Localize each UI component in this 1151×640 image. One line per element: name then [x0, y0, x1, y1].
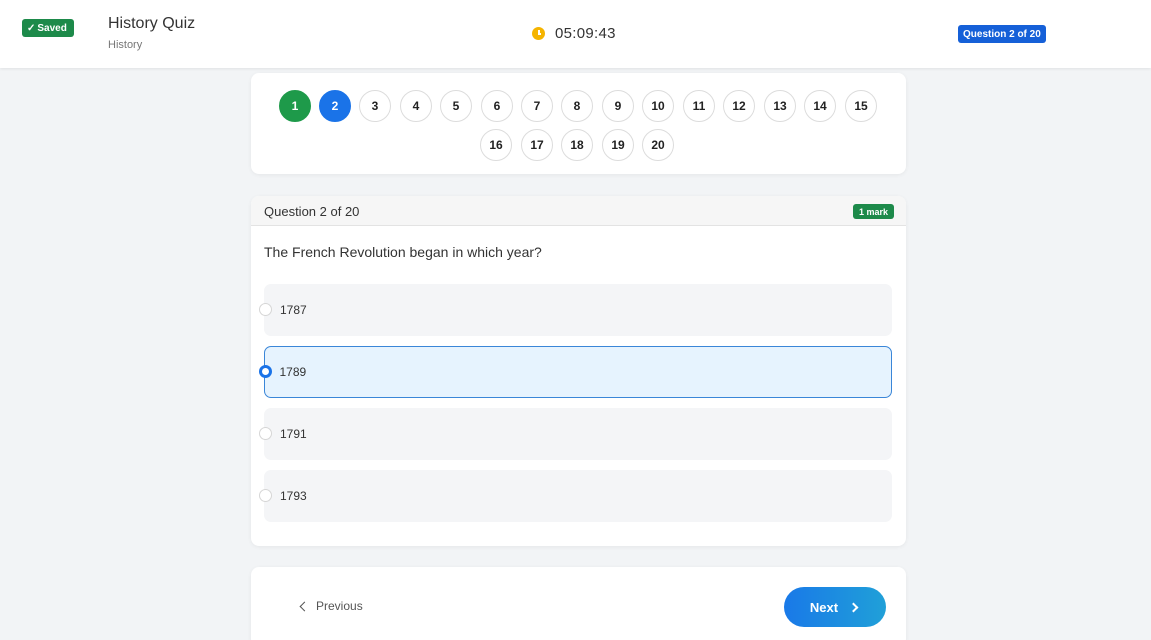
check-icon: ✓ — [27, 22, 36, 34]
question-nav-button-17[interactable]: 17 — [521, 129, 553, 161]
question-number-label: Question 2 of 20 — [264, 204, 360, 219]
clock-icon — [532, 27, 545, 40]
question-nav-button-2[interactable]: 2 — [319, 90, 351, 122]
quiz-title: History Quiz — [108, 15, 196, 32]
top-bar: ✓ Saved History Quiz History 05:09:43 Qu… — [0, 0, 1151, 68]
answer-option-2[interactable]: 1789 — [258, 346, 892, 398]
question-header: Question 2 of 20 1 mark — [251, 196, 906, 226]
question-nav-button-6[interactable]: 6 — [481, 90, 513, 122]
previous-button[interactable]: Previous — [298, 599, 363, 613]
question-navigator: 1 2 3 4 5 6 7 8 9 10 11 12 13 14 15 16 1… — [251, 73, 906, 174]
timer-value: 05:09:43 — [555, 25, 616, 42]
answer-option-label: 1789 — [279, 364, 307, 379]
question-nav-button-11[interactable]: 11 — [683, 90, 715, 122]
question-nav-button-7[interactable]: 7 — [521, 90, 553, 122]
question-nav-button-14[interactable]: 14 — [804, 90, 836, 122]
chevron-right-icon — [848, 602, 859, 612]
question-text: The French Revolution began in which yea… — [264, 244, 542, 260]
question-nav-button-9[interactable]: 9 — [602, 90, 634, 122]
question-nav-button-20[interactable]: 20 — [642, 129, 674, 161]
answer-option-1[interactable]: 1787 — [259, 284, 892, 336]
answer-option-label: 1791 — [280, 427, 307, 441]
question-nav-button-12[interactable]: 12 — [723, 90, 755, 122]
question-nav-button-10[interactable]: 10 — [642, 90, 674, 122]
answer-option-label: 1787 — [280, 303, 307, 317]
answer-option-4[interactable]: 1793 — [259, 470, 892, 522]
question-progress-badge: Question 2 of 20 — [958, 25, 1046, 43]
quiz-subject: History — [108, 39, 143, 51]
answer-option-3[interactable]: 1791 — [259, 408, 892, 460]
question-nav-button-8[interactable]: 8 — [561, 90, 593, 122]
question-nav-button-1[interactable]: 1 — [279, 90, 311, 122]
chevron-left-icon — [299, 601, 310, 611]
question-nav-button-18[interactable]: 18 — [561, 129, 593, 161]
question-nav-button-3[interactable]: 3 — [359, 90, 391, 122]
saved-label: Saved — [37, 22, 67, 34]
radio-button[interactable] — [259, 489, 272, 502]
next-button[interactable]: Next — [784, 587, 886, 627]
navigation-footer: Previous Next — [251, 567, 906, 640]
next-label: Next — [809, 599, 839, 615]
radio-button[interactable] — [259, 303, 272, 316]
question-card: Question 2 of 20 1 mark The French Revol… — [251, 196, 906, 546]
radio-button[interactable] — [259, 427, 272, 440]
question-nav-button-4[interactable]: 4 — [400, 90, 432, 122]
timer: 05:09:43 — [532, 25, 616, 42]
marks-badge: 1 mark — [852, 204, 894, 219]
question-nav-button-5[interactable]: 5 — [440, 90, 472, 122]
question-nav-button-13[interactable]: 13 — [764, 90, 796, 122]
answer-option-label: 1793 — [280, 489, 307, 503]
question-nav-button-15[interactable]: 15 — [845, 90, 877, 122]
question-nav-button-19[interactable]: 19 — [602, 129, 634, 161]
previous-label: Previous — [316, 599, 363, 613]
question-nav-button-16[interactable]: 16 — [480, 129, 512, 161]
saved-badge: ✓ Saved — [22, 19, 74, 37]
radio-button-selected[interactable] — [258, 364, 272, 378]
